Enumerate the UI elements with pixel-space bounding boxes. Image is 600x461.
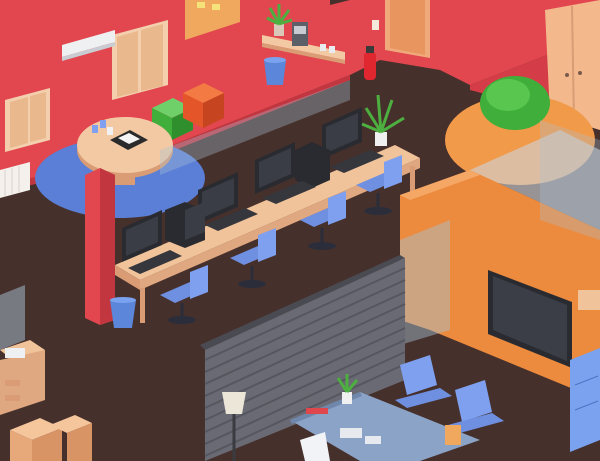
wardrobe-knob-2 bbox=[578, 71, 582, 75]
wall-sign bbox=[372, 20, 379, 30]
pc-tower-icon bbox=[165, 202, 205, 248]
filing-cabinet bbox=[570, 348, 600, 452]
picture-frame bbox=[445, 425, 461, 445]
wardrobe-knob bbox=[565, 73, 569, 77]
glass-partition-right bbox=[540, 120, 600, 240]
glass-door bbox=[400, 220, 450, 345]
isometric-office-scene bbox=[0, 0, 600, 461]
beanbag-icon bbox=[480, 76, 550, 130]
coffee-machine-icon bbox=[292, 22, 308, 46]
glass-partition-left bbox=[0, 285, 25, 350]
trash-bin-icon bbox=[264, 57, 286, 85]
small-stand bbox=[578, 290, 600, 310]
trash-bin-icon bbox=[110, 297, 136, 328]
printer bbox=[5, 348, 25, 358]
pc-tower-icon bbox=[295, 142, 330, 188]
door bbox=[390, 0, 425, 55]
